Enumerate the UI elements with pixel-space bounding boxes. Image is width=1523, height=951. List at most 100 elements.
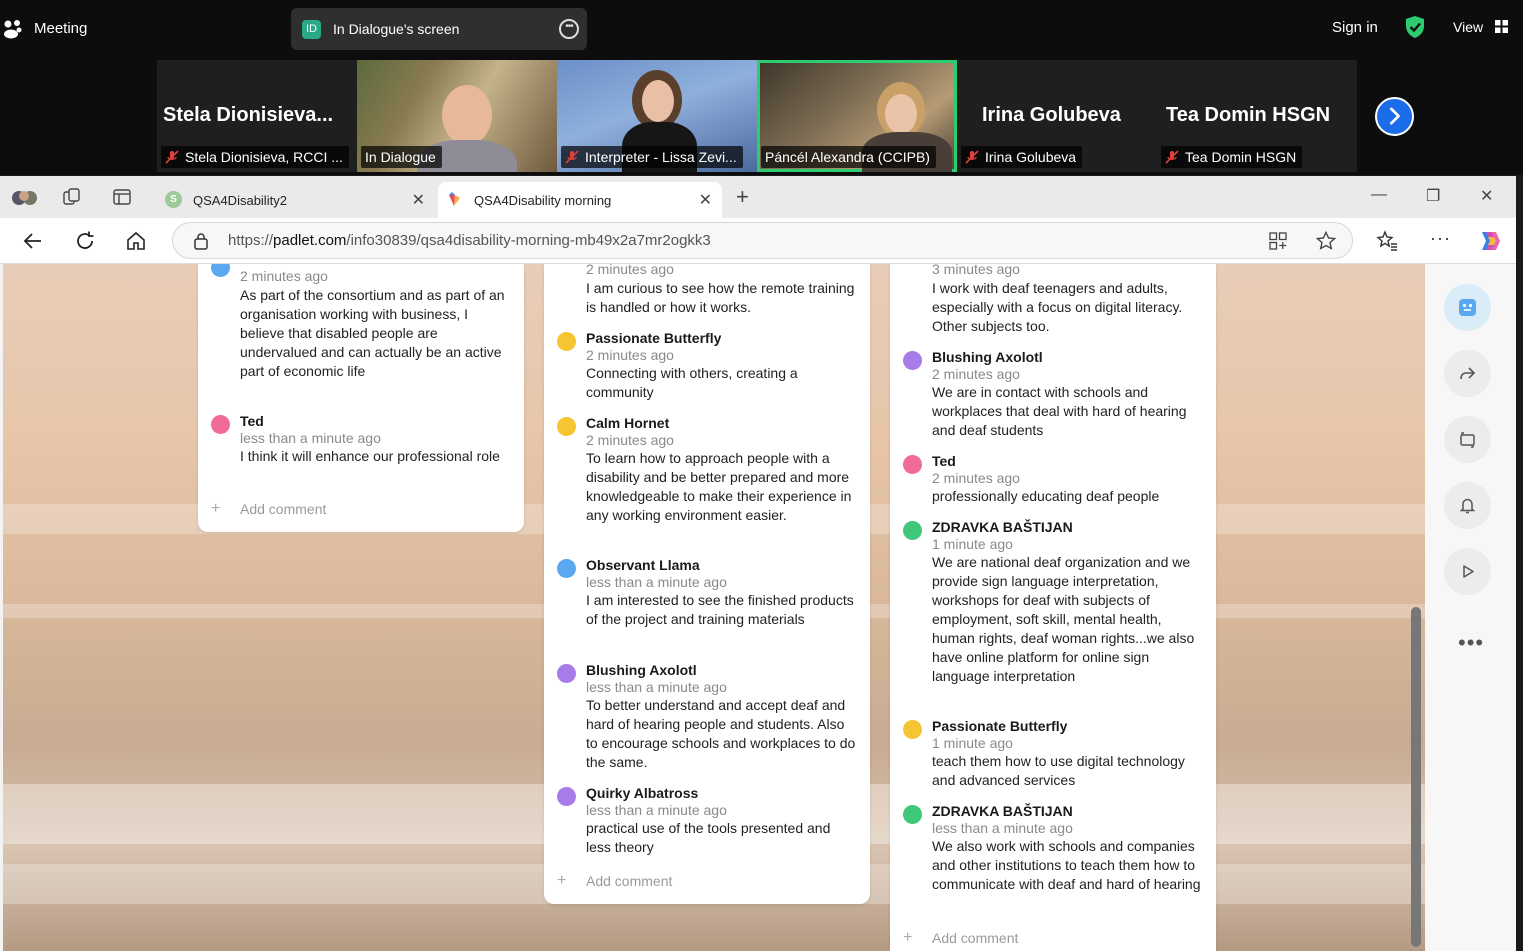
padlet-post-card[interactable]: 3 minutes ago I work with deaf teenagers… [890, 264, 1216, 951]
avatar [557, 332, 576, 351]
page-scrollbar[interactable] [1411, 607, 1421, 947]
participant-label: Páncél Alexandra (CCIPB) [761, 146, 936, 168]
browser-window: S QSA4Disability2 ✕ QSA4Disability morni… [0, 176, 1516, 951]
address-bar[interactable]: https://padlet.com/info30839/qsa4disabil… [172, 222, 1353, 259]
participant-tile[interactable]: Irina Golubeva Irina Golubeva [957, 60, 1157, 172]
favorite-star-icon[interactable] [1316, 231, 1336, 251]
new-tab-plus-icon[interactable]: + [736, 184, 749, 210]
participant-tile[interactable]: Stela Dionisieva... Stela Dionisieva, RC… [157, 60, 357, 172]
workspaces-icon[interactable] [62, 188, 82, 206]
more-options-icon[interactable]: ••• [559, 19, 579, 39]
next-page-arrow-icon[interactable] [1375, 97, 1414, 136]
back-arrow-icon[interactable] [22, 230, 44, 252]
tab-favicon: S [165, 191, 182, 208]
screen-share-indicator[interactable]: ID In Dialogue's screen ••• [291, 8, 587, 50]
padlet-post-card[interactable]: 2 minutes ago I am curious to see how th… [544, 264, 870, 904]
add-comment-plus-icon[interactable]: + [557, 872, 566, 890]
padlet-post-card[interactable]: 2 minutes ago As part of the consortium … [198, 264, 524, 532]
comment-text: I work with deaf teenagers and adults, e… [932, 280, 1183, 334]
comment-author: Calm Hornet [586, 415, 670, 431]
mic-muted-icon [965, 150, 979, 164]
avatar [903, 521, 922, 540]
mic-muted-icon [165, 150, 179, 164]
avatar [903, 455, 922, 474]
participant-video-tile[interactable]: In Dialogue [357, 60, 557, 172]
comment-author: Observant Llama [586, 557, 700, 573]
participant-label: Tea Domin HSGN [1161, 146, 1303, 168]
home-icon[interactable] [125, 230, 147, 252]
comment-time: less than a minute ago [932, 820, 1073, 836]
more-menu-icon[interactable]: ··· [1430, 228, 1451, 249]
padlet-face-icon [1459, 299, 1476, 316]
comment-time: 2 minutes ago [586, 347, 674, 363]
comment-time: 2 minutes ago [932, 470, 1020, 486]
url-path: /info30839/qsa4disability-morning-mb49x2… [346, 232, 711, 249]
participant-label-text: Páncél Alexandra (CCIPB) [765, 149, 930, 165]
profile-avatar[interactable] [10, 188, 40, 206]
share-arrow-icon [1460, 367, 1476, 380]
avatar [903, 720, 922, 739]
remake-button[interactable] [1444, 416, 1491, 463]
comment-time: 2 minutes ago [932, 366, 1020, 382]
comment-time: 2 minutes ago [586, 264, 674, 277]
minimize-icon[interactable]: — [1371, 186, 1387, 204]
participant-label-text: Irina Golubeva [985, 149, 1077, 165]
refresh-icon[interactable] [74, 230, 96, 252]
tab-qsa4disability2[interactable]: S QSA4Disability2 ✕ [157, 182, 435, 218]
avatar [211, 264, 230, 277]
lock-icon[interactable] [193, 232, 209, 250]
padlet-menu-button[interactable] [1444, 284, 1491, 331]
apps-grid-icon[interactable] [1269, 232, 1287, 250]
comment-author: Blushing Axolotl [932, 349, 1043, 365]
sharer-avatar: ID [302, 20, 321, 39]
comment-author: Ted [240, 413, 264, 429]
participant-label: Irina Golubeva [961, 146, 1083, 168]
add-comment-input[interactable]: Add comment [586, 873, 672, 889]
meeting-top-bar: Meeting ID In Dialogue's screen ••• Sign… [0, 0, 1523, 57]
participant-video-tile-active-speaker[interactable]: Páncél Alexandra (CCIPB) [757, 60, 957, 172]
restore-icon[interactable]: ❐ [1426, 186, 1440, 206]
close-tab-icon[interactable]: ✕ [699, 190, 712, 210]
participant-name-card: Irina Golubeva [982, 104, 1121, 126]
play-icon [1463, 565, 1474, 578]
participant-strip: Stela Dionisieva... Stela Dionisieva, RC… [0, 57, 1523, 175]
comment-time: 1 minute ago [932, 735, 1013, 751]
url-host: padlet.com [273, 232, 347, 249]
participant-tile[interactable]: Tea Domin HSGN Tea Domin HSGN [1157, 60, 1357, 172]
padlet-board: 2 minutes ago As part of the consortium … [3, 264, 1425, 951]
comment-text: Connecting with others, creating a commu… [586, 365, 798, 400]
tab-qsa4disability-morning[interactable]: QSA4Disability morning ✕ [438, 182, 722, 218]
avatar [557, 559, 576, 578]
add-comment-plus-icon[interactable]: + [903, 929, 912, 947]
participant-video-face [442, 85, 492, 145]
avatar [557, 787, 576, 806]
close-window-icon[interactable]: ✕ [1480, 186, 1493, 206]
favorites-list-icon[interactable] [1376, 230, 1398, 252]
comment-author: Quirky Albatross [586, 785, 699, 801]
share-button[interactable] [1444, 350, 1491, 397]
more-options-icon[interactable]: ••• [1458, 630, 1484, 656]
slideshow-button[interactable] [1444, 548, 1491, 595]
comment-author: ZDRAVKA BAŠTIJAN [932, 803, 1073, 819]
view-button[interactable]: View [1453, 19, 1483, 35]
avatar [557, 417, 576, 436]
copilot-icon[interactable] [1476, 228, 1502, 254]
participant-label: Stela Dionisieva, RCCI ... [161, 146, 349, 168]
participant-video-tile[interactable]: Interpreter - Lissa Zevi... [557, 60, 757, 172]
comment-time: less than a minute ago [586, 802, 727, 818]
tab-bar: S QSA4Disability2 ✕ QSA4Disability morni… [0, 176, 1516, 218]
add-comment-plus-icon[interactable]: + [211, 500, 220, 518]
add-comment-input[interactable]: Add comment [932, 930, 1018, 946]
comment-author: Ted [932, 453, 956, 469]
grid-view-icon[interactable] [1495, 20, 1508, 33]
participant-label: Interpreter - Lissa Zevi... [561, 146, 743, 168]
close-tab-icon[interactable]: ✕ [412, 190, 425, 210]
add-comment-input[interactable]: Add comment [240, 501, 326, 517]
security-shield-icon[interactable] [1404, 15, 1426, 39]
sign-in-link[interactable]: Sign in [1332, 19, 1378, 36]
participant-label-text: In Dialogue [365, 149, 436, 165]
notifications-button[interactable] [1444, 482, 1491, 529]
participant-video-face [642, 80, 674, 122]
tab-title: QSA4Disability2 [193, 193, 287, 208]
vertical-tabs-icon[interactable] [112, 188, 132, 206]
